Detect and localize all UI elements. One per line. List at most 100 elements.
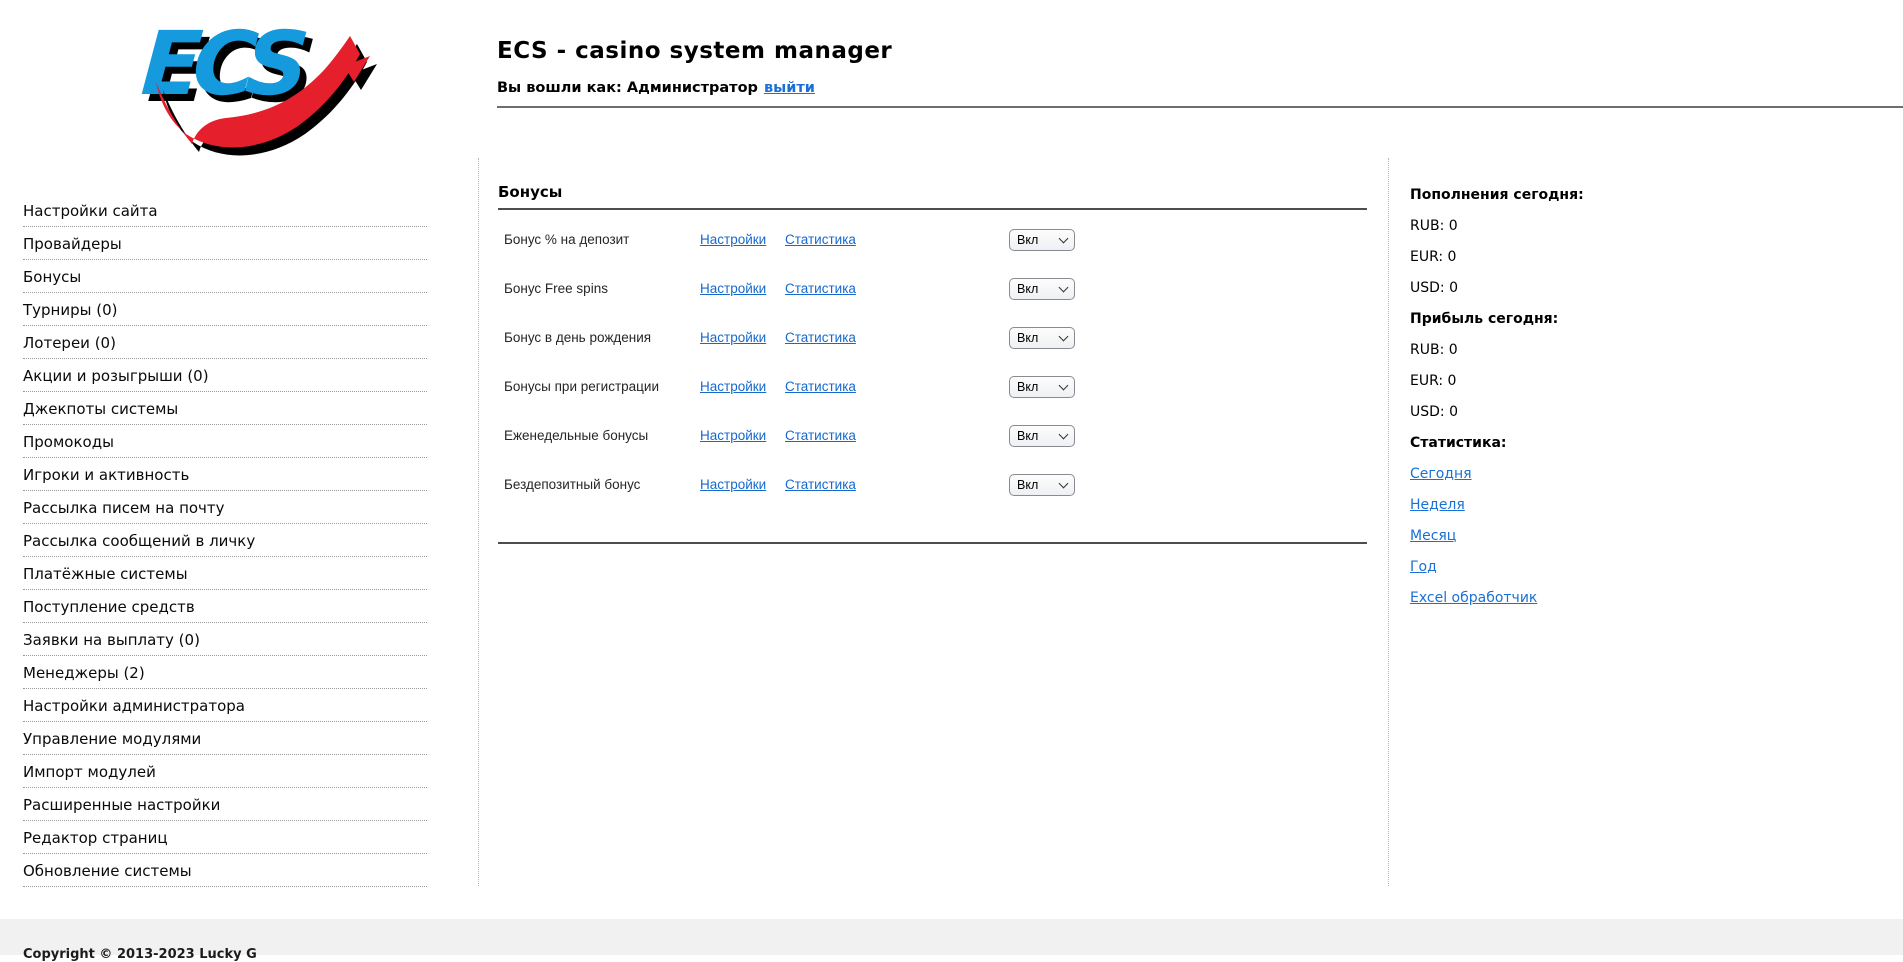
sidebar-item-label: Импорт модулей	[23, 763, 156, 781]
bonus-name: Бонус Free spins	[504, 281, 700, 296]
sidebar-item-label: Игроки и активность	[23, 466, 189, 484]
sidebar-item-label: Рассылка сообщений в личку	[23, 532, 255, 550]
sidebar-item-label: Рассылка писем на почту	[23, 499, 225, 517]
sidebar-item-label: Поступление средств	[23, 598, 195, 616]
sidebar-item-label: Менеджеры (2)	[23, 664, 145, 682]
bonus-state-select[interactable]: Вкл	[1009, 376, 1075, 398]
sidebar-item-label: Платёжные системы	[23, 565, 188, 583]
right-panel-link-line: Год	[1410, 552, 1893, 583]
logout-link[interactable]: выйти	[764, 80, 815, 96]
bonus-state-select[interactable]: Вкл	[1009, 229, 1075, 251]
sidebar-item[interactable]: Управление модулями	[23, 722, 427, 755]
sidebar-item-label: Бонусы	[23, 268, 81, 286]
sidebar-item[interactable]: Бонусы	[23, 260, 427, 293]
sidebar-item[interactable]: Турниры (0)	[23, 293, 427, 326]
bonus-state-select-wrap: Вкл	[1009, 278, 1075, 300]
sidebar-item[interactable]: Платёжные системы	[23, 557, 427, 590]
stats-period-link[interactable]: Неделя	[1410, 497, 1465, 513]
settings-link[interactable]: Настройки	[700, 330, 785, 345]
section-bottom-divider	[498, 542, 1367, 544]
currency-value: EUR: 0	[1410, 242, 1893, 273]
sidebar-item-label: Провайдеры	[23, 235, 122, 253]
right-panel: Пополнения сегодня:RUB: 0EUR: 0USD: 0При…	[1389, 158, 1903, 886]
statistics-link[interactable]: Статистика	[785, 281, 1009, 296]
right-panel-header: Прибыль сегодня:	[1410, 304, 1893, 335]
sidebar-item[interactable]: Лотереи (0)	[23, 326, 427, 359]
sidebar-item[interactable]: Джекпоты системы	[23, 392, 427, 425]
currency-value: USD: 0	[1410, 397, 1893, 428]
sidebar-item[interactable]: Рассылка писем на почту	[23, 491, 427, 524]
bonus-row: Бездепозитный бонус Настройки Статистика…	[498, 460, 1367, 509]
bonus-state-select[interactable]: Вкл	[1009, 425, 1075, 447]
sidebar-item-label: Обновление системы	[23, 862, 192, 880]
right-panel-link-line: Сегодня	[1410, 459, 1893, 490]
sidebar-item[interactable]: Рассылка сообщений в личку	[23, 524, 427, 557]
sidebar-item[interactable]: Расширенные настройки	[23, 788, 427, 821]
content-columns: Настройки сайта Провайдеры Бонусы Турнир…	[0, 158, 1903, 886]
currency-value: RUB: 0	[1410, 335, 1893, 366]
settings-link[interactable]: Настройки	[700, 477, 785, 492]
settings-link[interactable]: Настройки	[700, 232, 785, 247]
bonus-state-select-wrap: Вкл	[1009, 229, 1075, 251]
bonus-row: Бонусы при регистрации Настройки Статист…	[498, 362, 1367, 411]
ecs-logo-swoosh-icon	[132, 8, 382, 158]
sidebar-item[interactable]: Импорт модулей	[23, 755, 427, 788]
stats-period-link[interactable]: Месяц	[1410, 528, 1456, 544]
currency-value: USD: 0	[1410, 273, 1893, 304]
bonus-state-select-wrap: Вкл	[1009, 376, 1075, 398]
header-divider	[497, 106, 1903, 108]
sidebar-item[interactable]: Обновление системы	[23, 854, 427, 887]
bonus-state-select-wrap: Вкл	[1009, 327, 1075, 349]
right-panel-link-line: Неделя	[1410, 490, 1893, 521]
statistics-link[interactable]: Статистика	[785, 232, 1009, 247]
sidebar-item-label: Настройки сайта	[23, 202, 158, 220]
bonus-row: Еженедельные бонусы Настройки Статистика…	[498, 411, 1367, 460]
bonus-state-select[interactable]: Вкл	[1009, 327, 1075, 349]
settings-link[interactable]: Настройки	[700, 281, 785, 296]
stats-period-link[interactable]: Сегодня	[1410, 466, 1472, 482]
bonus-name: Бонусы при регистрации	[504, 379, 700, 394]
sidebar-item[interactable]: Редактор страниц	[23, 821, 427, 854]
sidebar-item-label: Заявки на выплату (0)	[23, 631, 200, 649]
sidebar-item[interactable]: Провайдеры	[23, 227, 427, 260]
statistics-link[interactable]: Статистика	[785, 379, 1009, 394]
bonus-name: Бездепозитный бонус	[504, 477, 700, 492]
bonus-state-select-wrap: Вкл	[1009, 474, 1075, 496]
sidebar-item-label: Турниры (0)	[23, 301, 118, 319]
statistics-link[interactable]: Статистика	[785, 477, 1009, 492]
bonus-state-select-wrap: Вкл	[1009, 425, 1075, 447]
sidebar-item[interactable]: Игроки и активность	[23, 458, 427, 491]
sidebar-item[interactable]: Настройки администратора	[23, 689, 427, 722]
settings-link[interactable]: Настройки	[700, 428, 785, 443]
stats-period-link[interactable]: Год	[1410, 559, 1437, 575]
sidebar-item-label: Джекпоты системы	[23, 400, 178, 418]
currency-value: EUR: 0	[1410, 366, 1893, 397]
bonus-row: Бонус Free spins Настройки Статистика Вк…	[498, 264, 1367, 313]
bonus-state-select[interactable]: Вкл	[1009, 474, 1075, 496]
statistics-link[interactable]: Статистика	[785, 330, 1009, 345]
bonus-name: Бонус % на депозит	[504, 232, 700, 247]
sidebar-item[interactable]: Настройки сайта	[23, 194, 427, 227]
sidebar-item[interactable]: Поступление средств	[23, 590, 427, 623]
right-panel-header: Пополнения сегодня:	[1410, 180, 1893, 211]
settings-link[interactable]: Настройки	[700, 379, 785, 394]
currency-value: RUB: 0	[1410, 211, 1893, 242]
sidebar-item[interactable]: Акции и розыгрыши (0)	[23, 359, 427, 392]
section-divider	[498, 208, 1367, 210]
main-content: Бонусы Бонус % на депозит Настройки Стат…	[478, 158, 1389, 886]
bonus-state-select[interactable]: Вкл	[1009, 278, 1075, 300]
bonus-name: Еженедельные бонусы	[504, 428, 700, 443]
ecs-logo: ECS	[132, 8, 382, 153]
login-status-text: Вы вошли как: Администратор	[497, 80, 758, 96]
right-panel-link-line: Месяц	[1410, 521, 1893, 552]
stats-period-link[interactable]: Excel обработчик	[1410, 590, 1537, 606]
login-status-line: Вы вошли как: Администратор выйти	[497, 80, 815, 96]
page-title: ECS - casino system manager	[497, 38, 892, 64]
bonus-rows: Бонус % на депозит Настройки Статистика …	[498, 215, 1367, 509]
sidebar-item[interactable]: Промокоды	[23, 425, 427, 458]
statistics-link[interactable]: Статистика	[785, 428, 1009, 443]
right-panel-link-line: Excel обработчик	[1410, 583, 1893, 614]
sidebar-item[interactable]: Менеджеры (2)	[23, 656, 427, 689]
bonus-name: Бонус в день рождения	[504, 330, 700, 345]
sidebar-item[interactable]: Заявки на выплату (0)	[23, 623, 427, 656]
